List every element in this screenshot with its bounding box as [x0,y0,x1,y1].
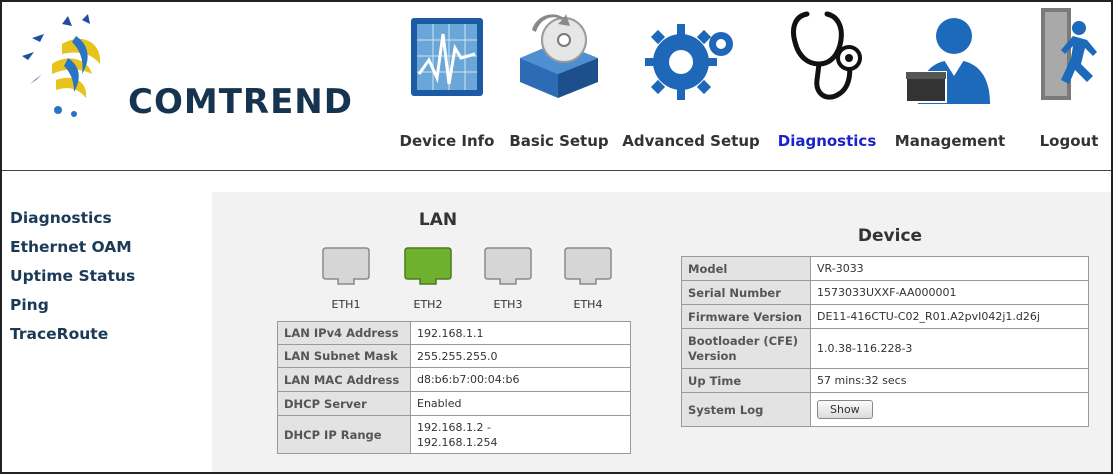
firmware-key: Firmware Version [681,304,811,329]
nav-label-device-info[interactable]: Device Info [392,132,502,150]
lan-mac-key: LAN MAC Address [277,367,411,392]
dhcp-server-key: DHCP Server [277,391,411,416]
lan-ipv4-value: 192.168.1.1 [410,321,631,345]
lan-subnet-key: LAN Subnet Mask [277,344,411,368]
model-key: Model [681,256,811,281]
exit-door-icon [1041,8,1097,100]
sidebar: Diagnostics Ethernet OAM Uptime Status P… [2,171,212,471]
nav-basic-setup[interactable]: Basic Setup [504,0,614,160]
brand-name: COMTREND [128,82,353,122]
dhcp-server-value: Enabled [410,391,631,416]
nav-device-info[interactable]: Device Info [392,0,502,160]
eth1-port-icon [322,247,370,285]
chart-monitor-icon [411,18,483,96]
table-row: Firmware Version DE11-416CTU-C02_R01.A2p… [681,304,1089,329]
table-row: LAN MAC Address d8:b6:b7:00:04:b6 [277,367,631,392]
lan-mac-value: d8:b6:b7:00:04:b6 [410,367,631,392]
uptime-value: 57 mins:32 secs [810,368,1089,393]
nav-label-management[interactable]: Management [888,132,1012,150]
nav-logout[interactable]: Logout [1028,0,1110,160]
show-log-button[interactable]: Show [817,400,873,419]
lan-info-table: LAN IPv4 Address 192.168.1.1 LAN Subnet … [277,321,631,454]
dhcp-range-key: DHCP IP Range [277,415,411,454]
user-icon [905,18,990,104]
table-row: Up Time 57 mins:32 secs [681,368,1089,393]
sidebar-item-uptime-status[interactable]: Uptime Status [10,262,212,291]
eth3-label: ETH3 [493,298,523,311]
sidebar-item-diagnostics[interactable]: Diagnostics [10,204,212,233]
nav-advanced-setup[interactable]: Advanced Setup [616,0,766,160]
uptime-key: Up Time [681,368,811,393]
table-row: LAN IPv4 Address 192.168.1.1 [277,321,631,345]
sidebar-item-traceroute[interactable]: TraceRoute [10,320,212,349]
lan-title: LAN [418,210,458,230]
bootloader-key: Bootloader (CFE) Version [681,328,811,369]
stethoscope-icon [791,11,862,100]
device-info-table: Model VR-3033 Serial Number 1573033UXXF-… [681,256,1089,427]
eth4-port-icon [564,247,612,285]
lan-subnet-value: 255.255.255.0 [410,344,631,368]
bootloader-value: 1.0.38-116.228-3 [810,328,1089,369]
eth3-port-icon [484,247,532,285]
sidebar-menu: Diagnostics Ethernet OAM Uptime Status P… [2,171,212,349]
gears-icon [645,24,733,100]
system-log-cell: Show [810,392,1089,427]
nav-management[interactable]: Management [888,0,1012,160]
lan-ipv4-key: LAN IPv4 Address [277,321,411,345]
nav-label-diagnostics[interactable]: Diagnostics [770,132,884,150]
serial-value: 1573033UXXF-AA000001 [810,280,1089,305]
eth4-label: ETH4 [573,298,603,311]
box-disc-icon [520,14,598,98]
sidebar-item-ethernet-oam[interactable]: Ethernet OAM [10,233,212,262]
table-row: Bootloader (CFE) Version 1.0.38-116.228-… [681,328,1089,369]
table-row: DHCP IP Range 192.168.1.2 - 192.168.1.25… [277,415,631,454]
firmware-value: DE11-416CTU-C02_R01.A2pvI042j1.d26j [810,304,1089,329]
table-row: System Log Show [681,392,1089,427]
nav-diagnostics[interactable]: Diagnostics [770,0,884,160]
table-row: Model VR-3033 [681,256,1089,281]
table-row: LAN Subnet Mask 255.255.255.0 [277,344,631,368]
eth2-port-icon [404,247,452,285]
sidebar-item-ping[interactable]: Ping [10,291,212,320]
serial-key: Serial Number [681,280,811,305]
table-row: Serial Number 1573033UXXF-AA000001 [681,280,1089,305]
nav-label-basic-setup[interactable]: Basic Setup [504,132,614,150]
nav-label-logout[interactable]: Logout [1028,132,1110,150]
eth2-label: ETH2 [413,298,443,311]
system-log-key: System Log [681,392,811,427]
dhcp-range-value: 192.168.1.2 - 192.168.1.254 [410,415,631,454]
model-value: VR-3033 [810,256,1089,281]
nav-label-advanced-setup[interactable]: Advanced Setup [616,132,766,150]
device-title: Device [857,226,923,246]
table-row: DHCP Server Enabled [277,391,631,416]
eth1-label: ETH1 [331,298,361,311]
